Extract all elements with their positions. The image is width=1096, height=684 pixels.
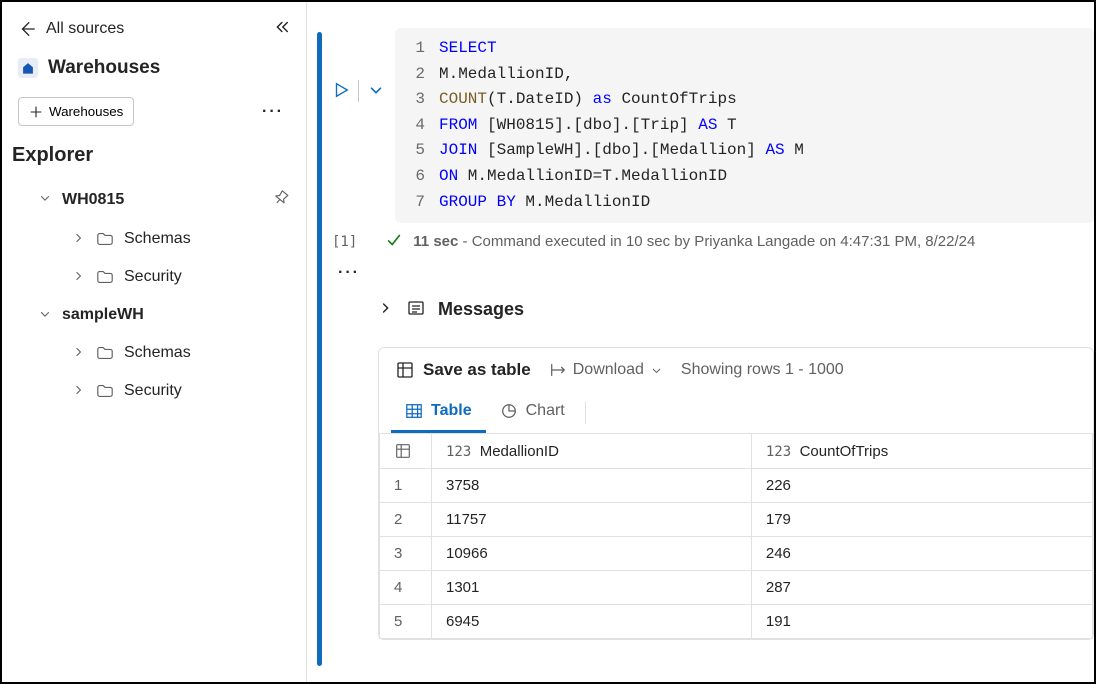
explorer-heading: Explorer bbox=[2, 134, 306, 175]
sql-editor[interactable]: 1SELECT2M.MedallionID,3COUNT(T.DateID) a… bbox=[395, 28, 1094, 223]
line-number: 7 bbox=[395, 190, 439, 216]
tree-node-schemas[interactable]: Schemas bbox=[2, 220, 306, 258]
results-area: Messages Save as table Download Showing … bbox=[322, 290, 1094, 640]
cell[interactable]: 3758 bbox=[432, 469, 752, 503]
line-number: 6 bbox=[395, 164, 439, 190]
chevron-right-icon bbox=[72, 269, 86, 286]
code-line[interactable]: ON M.MedallionID=T.MedallionID bbox=[439, 164, 1094, 190]
code-line[interactable]: SELECT bbox=[439, 36, 1094, 62]
tree-label: Schemas bbox=[124, 230, 191, 248]
more-icon[interactable]: ··· bbox=[256, 103, 290, 121]
back-arrow-icon[interactable] bbox=[18, 20, 36, 38]
line-number: 3 bbox=[395, 87, 439, 113]
line-number: 2 bbox=[395, 62, 439, 88]
tree-label: Security bbox=[124, 268, 182, 286]
pin-icon[interactable] bbox=[272, 189, 290, 210]
column-header[interactable]: 123 MedallionID bbox=[432, 434, 752, 469]
tree-node-security[interactable]: Security bbox=[2, 258, 306, 296]
column-header[interactable]: 123 CountOfTrips bbox=[751, 434, 1092, 469]
folder-icon bbox=[96, 344, 114, 362]
divider bbox=[585, 402, 586, 424]
main-area: 1SELECT2M.MedallionID,3COUNT(T.DateID) a… bbox=[307, 2, 1094, 682]
tab-label: Table bbox=[431, 402, 472, 420]
cell[interactable]: 179 bbox=[751, 503, 1092, 537]
cell[interactable]: 10966 bbox=[432, 537, 752, 571]
cell[interactable]: 6945 bbox=[432, 605, 752, 639]
cell[interactable]: 246 bbox=[751, 537, 1092, 571]
tab-table[interactable]: Table bbox=[391, 392, 486, 433]
query-cell: 1SELECT2M.MedallionID,3COUNT(T.DateID) a… bbox=[322, 18, 1094, 223]
results-table: 123 MedallionID123 CountOfTrips 13758226… bbox=[379, 433, 1093, 639]
add-warehouse-button[interactable]: Warehouses bbox=[18, 97, 134, 126]
save-as-table-label: Save as table bbox=[423, 360, 531, 380]
row-index: 2 bbox=[380, 503, 432, 537]
cell[interactable]: 11757 bbox=[432, 503, 752, 537]
status-row: [1] 11 sec - Command executed in 10 sec … bbox=[322, 223, 1094, 260]
tree-label: Schemas bbox=[124, 344, 191, 362]
row-index: 1 bbox=[380, 469, 432, 503]
messages-label: Messages bbox=[438, 299, 524, 320]
line-number: 4 bbox=[395, 113, 439, 139]
cell[interactable]: 287 bbox=[751, 571, 1092, 605]
cell-index: [1] bbox=[322, 234, 375, 250]
folder-icon bbox=[96, 382, 114, 400]
folder-icon bbox=[96, 268, 114, 286]
tab-label: Chart bbox=[526, 402, 565, 420]
collapse-icon[interactable] bbox=[272, 18, 290, 39]
tab-chart[interactable]: Chart bbox=[486, 392, 579, 433]
table-row[interactable]: 41301287 bbox=[380, 571, 1093, 605]
run-button[interactable] bbox=[332, 81, 350, 102]
table-row[interactable]: 310966246 bbox=[380, 537, 1093, 571]
cell[interactable]: 226 bbox=[751, 469, 1092, 503]
results-panel: Save as table Download Showing rows 1 - … bbox=[378, 347, 1094, 640]
add-warehouse-label: Warehouses bbox=[49, 104, 123, 119]
download-button[interactable]: Download bbox=[549, 361, 663, 379]
chevron-down-icon bbox=[38, 191, 52, 208]
home-label: Warehouses bbox=[48, 57, 160, 79]
messages-icon bbox=[406, 298, 426, 321]
all-sources-label[interactable]: All sources bbox=[46, 20, 124, 38]
code-line[interactable]: GROUP BY M.MedallionID bbox=[439, 190, 1094, 216]
chevron-down-icon bbox=[38, 307, 52, 324]
chevron-right-icon bbox=[72, 345, 86, 362]
tree-node-security[interactable]: Security bbox=[2, 372, 306, 410]
cell[interactable]: 1301 bbox=[432, 571, 752, 605]
code-line[interactable]: M.MedallionID, bbox=[439, 62, 1094, 88]
sidebar: All sources Warehouses Warehouses ··· Ex… bbox=[2, 2, 307, 682]
warehouse-icon bbox=[18, 58, 38, 78]
download-label: Download bbox=[573, 361, 644, 379]
folder-icon bbox=[96, 230, 114, 248]
run-dropdown-button[interactable] bbox=[367, 81, 385, 102]
table-row[interactable]: 211757179 bbox=[380, 503, 1093, 537]
code-line[interactable]: COUNT(T.DateID) as CountOfTrips bbox=[439, 87, 1094, 113]
explorer-tree: WH0815 Schemas Security bbox=[2, 175, 306, 414]
tree-node-samplewh[interactable]: sampleWH bbox=[2, 296, 306, 334]
code-line[interactable]: FROM [WH0815].[dbo].[Trip] AS T bbox=[439, 113, 1094, 139]
line-number: 1 bbox=[395, 36, 439, 62]
chevron-right-icon bbox=[378, 300, 394, 319]
chevron-right-icon bbox=[72, 383, 86, 400]
success-check-icon bbox=[385, 231, 403, 252]
tree-label: WH0815 bbox=[62, 191, 124, 209]
row-header-icon[interactable] bbox=[380, 434, 432, 469]
row-index: 5 bbox=[380, 605, 432, 639]
tree-label: sampleWH bbox=[62, 306, 144, 324]
row-index: 3 bbox=[380, 537, 432, 571]
code-line[interactable]: JOIN [SampleWH].[dbo].[Medallion] AS M bbox=[439, 138, 1094, 164]
showing-rows-label: Showing rows 1 - 1000 bbox=[681, 361, 844, 379]
cell[interactable]: 191 bbox=[751, 605, 1092, 639]
divider bbox=[358, 80, 359, 102]
tree-label: Security bbox=[124, 382, 182, 400]
row-index: 4 bbox=[380, 571, 432, 605]
status-text: 11 sec - Command executed in 10 sec by P… bbox=[413, 233, 975, 250]
table-row[interactable]: 13758226 bbox=[380, 469, 1093, 503]
line-number: 5 bbox=[395, 138, 439, 164]
chevron-right-icon bbox=[72, 231, 86, 248]
messages-section[interactable]: Messages bbox=[378, 290, 1094, 329]
save-as-table-button[interactable]: Save as table bbox=[395, 360, 531, 380]
cell-more-icon[interactable]: ··· bbox=[322, 260, 1094, 286]
table-row[interactable]: 56945191 bbox=[380, 605, 1093, 639]
tree-node-wh0815[interactable]: WH0815 bbox=[2, 179, 306, 220]
tree-node-schemas[interactable]: Schemas bbox=[2, 334, 306, 372]
